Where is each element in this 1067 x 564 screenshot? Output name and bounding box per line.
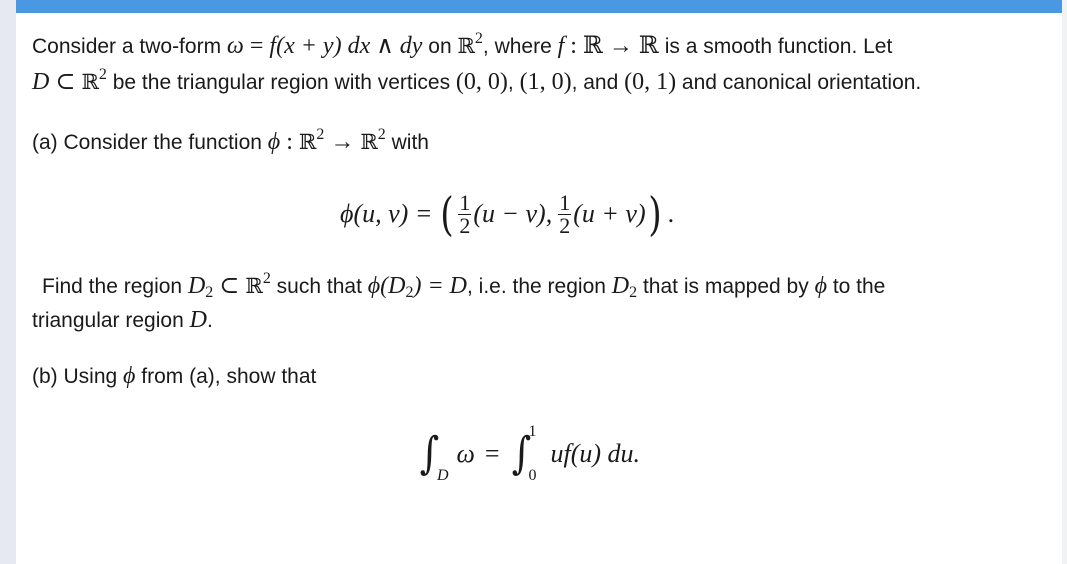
denominator: 2 [459, 212, 471, 238]
text: from (a), show that [135, 365, 317, 388]
phi-symbol: ϕ [814, 273, 827, 299]
equals-D: ) = D [413, 273, 468, 299]
reals-symbol: ℝ [245, 274, 263, 298]
superscript: 2 [474, 30, 483, 47]
vertex-3: (0, 1) [624, 69, 677, 95]
phi-of-D2: ϕ(D [367, 273, 406, 299]
text: be the triangular region with vertices [106, 71, 456, 94]
numerator: 1 [558, 189, 572, 215]
intro-line-1: Consider a two-form ω = f(x + y) dx ∧ dy… [32, 30, 893, 61]
arrow: → [324, 129, 361, 155]
text: Find the region [42, 275, 188, 298]
two-form-expression: (x + y) dx ∧ dy [276, 33, 423, 59]
text: Consider a two-form [32, 35, 227, 58]
mapping-expression: : ℝ → ℝ [564, 33, 659, 59]
integral-identity-formula: ∫ D ω = ∫ 10 uf(u) du. [418, 420, 640, 488]
region-D: D [32, 69, 50, 95]
right-edge [1062, 0, 1067, 564]
text: and canonical orientation. [676, 71, 922, 94]
superscript: 2 [98, 66, 107, 83]
second-component: (u + v) [573, 199, 646, 228]
region-D2: D [611, 273, 630, 299]
text: , i.e. the region [467, 275, 612, 298]
phi-definition-formula: ϕ(u, v) = ( 12 (u − v), 12 (u + v) ) . [340, 186, 674, 242]
denominator: 2 [559, 212, 571, 238]
first-component: (u − v), [473, 199, 553, 228]
header-accent-bar [16, 0, 1062, 13]
subset-symbol: ⊂ [213, 273, 246, 299]
text: on [422, 35, 458, 58]
integral-sign: ∫ [511, 428, 531, 479]
reals-symbol: ℝ [457, 34, 475, 58]
text: (b) Using [32, 365, 124, 388]
text: , where [482, 35, 558, 58]
equals: = [243, 33, 270, 59]
text: , and [571, 71, 625, 94]
reals-symbol: ℝ [298, 130, 317, 154]
left-margin-strip [0, 0, 16, 564]
omega-symbol: ω [456, 439, 475, 468]
numerator: 1 [458, 189, 472, 215]
superscript: 2 [377, 126, 386, 143]
text: with [385, 131, 429, 154]
text: , [507, 71, 520, 94]
find-region-line-2: triangular region D. [32, 306, 213, 335]
text: to the [826, 275, 886, 298]
text: is a smooth function. Let [658, 35, 893, 58]
phi-symbol: ϕ [267, 129, 281, 155]
period: . [667, 199, 675, 228]
reals-symbol: ℝ [81, 70, 99, 94]
text: that is mapped by [637, 275, 815, 298]
find-region-line-1: Find the region D2 ⊂ ℝ2 such that ϕ(D2) … [42, 270, 886, 301]
vertex-1: (0, 0) [455, 69, 508, 95]
fraction-half: 12 [558, 189, 572, 238]
text: triangular region [32, 309, 190, 332]
omega-symbol: ω [226, 33, 244, 59]
right-paren: ) [647, 187, 662, 241]
text: . [206, 309, 213, 332]
text: (a) Consider the function [32, 131, 268, 154]
phi-symbol: ϕ [123, 363, 136, 389]
vertex-2: (1, 0) [519, 69, 572, 95]
subscript: 2 [629, 284, 638, 301]
text: such that [270, 275, 368, 298]
left-paren: ( [440, 187, 455, 241]
part-b-heading: (b) Using ϕ from (a), show that [32, 362, 316, 391]
fraction-half: 12 [458, 189, 472, 238]
reals-symbol: ℝ [360, 130, 378, 154]
equals: = [484, 439, 500, 468]
integral-sign: ∫ [419, 428, 440, 479]
subset-symbol: ⊂ [49, 69, 82, 95]
part-a-heading: (a) Consider the function ϕ : ℝ2 → ℝ2 wi… [32, 126, 429, 157]
formula-lhs: ϕ(u, v) = [340, 199, 433, 228]
integrand: uf(u) du. [550, 439, 641, 468]
region-D2: D [187, 273, 206, 299]
colon: : [280, 129, 299, 155]
intro-line-2: D ⊂ ℝ2 be the triangular region with ver… [32, 66, 922, 97]
region-D: D [189, 307, 207, 333]
superscript: 2 [262, 270, 271, 287]
